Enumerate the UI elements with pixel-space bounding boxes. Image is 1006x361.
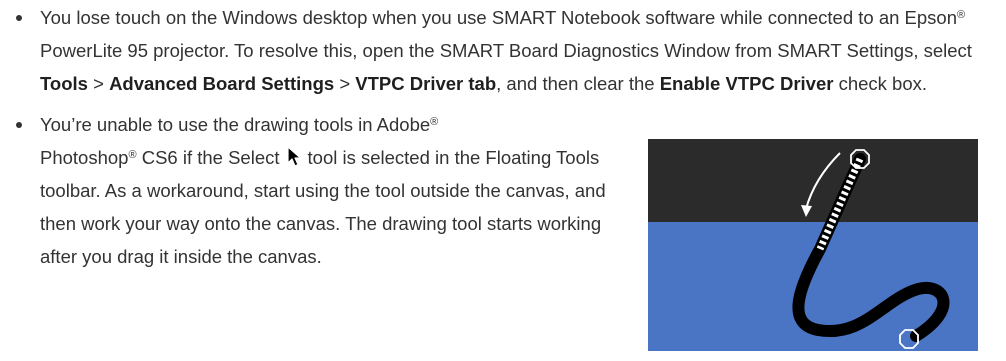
menu-path-vtpc-driver-tab: VTPC Driver tab xyxy=(355,73,497,94)
select-arrow-cursor-icon xyxy=(286,145,302,167)
arrow-head-icon xyxy=(801,205,812,217)
bullet-dot-icon xyxy=(16,15,22,21)
bullet-text: You lose touch on the Windows desktop wh… xyxy=(40,7,972,94)
bullet-text: You’re unable to use the drawing tools i… xyxy=(40,114,606,267)
list-item: You’re unable to use the drawing tools i… xyxy=(16,108,620,273)
menu-path-advanced-board-settings: Advanced Board Settings xyxy=(109,73,335,94)
bullet-dot-icon xyxy=(16,122,22,128)
curved-arrow-icon xyxy=(805,152,841,210)
menu-path-tools: Tools xyxy=(40,73,88,94)
list-item: You lose touch on the Windows desktop wh… xyxy=(16,1,980,100)
enable-vtpc-driver-label: Enable VTPC Driver xyxy=(659,73,834,94)
illustration-graphic xyxy=(648,149,978,351)
drag-into-canvas-illustration xyxy=(648,139,978,351)
